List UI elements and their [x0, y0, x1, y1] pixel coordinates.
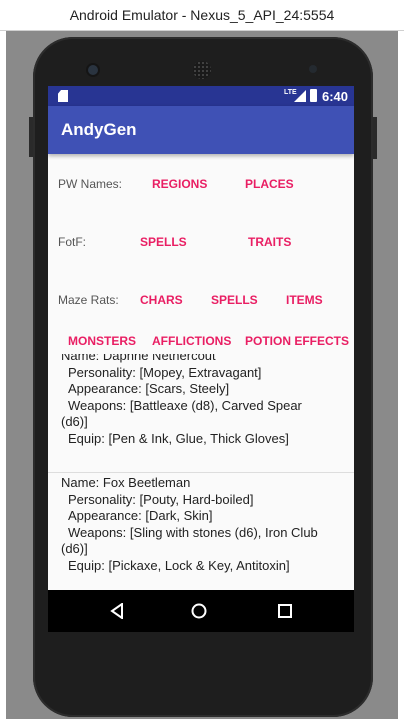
phone-screen: LTE 6:40 AndyGen PW Names: REGIONS PLACE… — [48, 86, 354, 632]
home-icon[interactable] — [191, 603, 207, 619]
character-personality: Personality: [Pouty, Hard-boiled] — [68, 491, 254, 507]
places-button[interactable]: PLACES — [245, 177, 294, 191]
afflictions-button[interactable]: AFFLICTIONS — [152, 334, 231, 348]
power-button[interactable] — [373, 117, 377, 159]
sd-card-icon — [58, 90, 68, 102]
character-personality: Personality: [Mopey, Extravagant] — [68, 364, 262, 380]
speaker-icon — [193, 61, 211, 79]
maze-rats-label: Maze Rats: — [58, 293, 119, 307]
sensor-icon — [309, 65, 317, 73]
clock: 6:40 — [322, 89, 349, 104]
app-title: AndyGen — [61, 120, 137, 139]
fotf-spells-button[interactable]: SPELLS — [140, 235, 187, 249]
divider — [48, 472, 354, 473]
network-type: LTE — [284, 89, 297, 96]
character-appearance: Appearance: [Dark, Skin] — [68, 508, 213, 523]
character-name: Name: Daphne Nethercout — [61, 354, 216, 363]
character-equip: Equip: [Pickaxe, Lock & Key, Antitoxin] — [68, 557, 290, 573]
maze-spells-button[interactable]: SPELLS — [211, 293, 258, 307]
list-item: Name: Fox Beetleman Personality: [Pouty,… — [48, 475, 354, 574]
status-bar: LTE 6:40 — [48, 86, 354, 106]
volume-button[interactable] — [29, 117, 33, 157]
fotf-label: FotF: — [58, 235, 87, 249]
character-name: Name: Fox Beetleman — [61, 475, 191, 490]
chars-button[interactable]: CHARS — [140, 293, 183, 307]
items-button[interactable]: ITEMS — [286, 293, 323, 307]
character-weapons-continued: (d6)] — [61, 541, 88, 556]
navigation-bar — [48, 590, 354, 632]
recents-icon[interactable] — [278, 604, 292, 618]
battery-icon — [310, 89, 317, 102]
camera-icon — [88, 65, 98, 75]
potion-effects-button[interactable]: POTION EFFECTS — [245, 334, 349, 348]
traits-button[interactable]: TRAITS — [248, 235, 291, 249]
pw-names-label: PW Names: — [58, 177, 123, 191]
character-weapons: Weapons: [Sling with stones (d6), Iron C… — [68, 524, 318, 540]
app-bar: AndyGen — [48, 106, 354, 154]
character-weapons-continued: (d6)] — [61, 414, 88, 429]
results-list[interactable]: Name: Daphne Nethercout Personality: [Mo… — [48, 354, 354, 590]
character-weapons: Weapons: [Battleaxe (d8), Carved Spear — [68, 397, 302, 413]
character-appearance: Appearance: [Scars, Steely] — [68, 381, 230, 396]
window-title: Android Emulator - Nexus_5_API_24:5554 — [69, 7, 335, 23]
character-equip: Equip: [Pen & Ink, Glue, Thick Gloves] — [68, 430, 289, 446]
regions-button[interactable]: REGIONS — [152, 177, 207, 191]
monsters-button[interactable]: MONSTERS — [68, 334, 136, 348]
window-titlebar: Android Emulator - Nexus_5_API_24:5554 — [0, 0, 404, 31]
list-item: Name: Daphne Nethercout Personality: [Mo… — [48, 354, 354, 447]
